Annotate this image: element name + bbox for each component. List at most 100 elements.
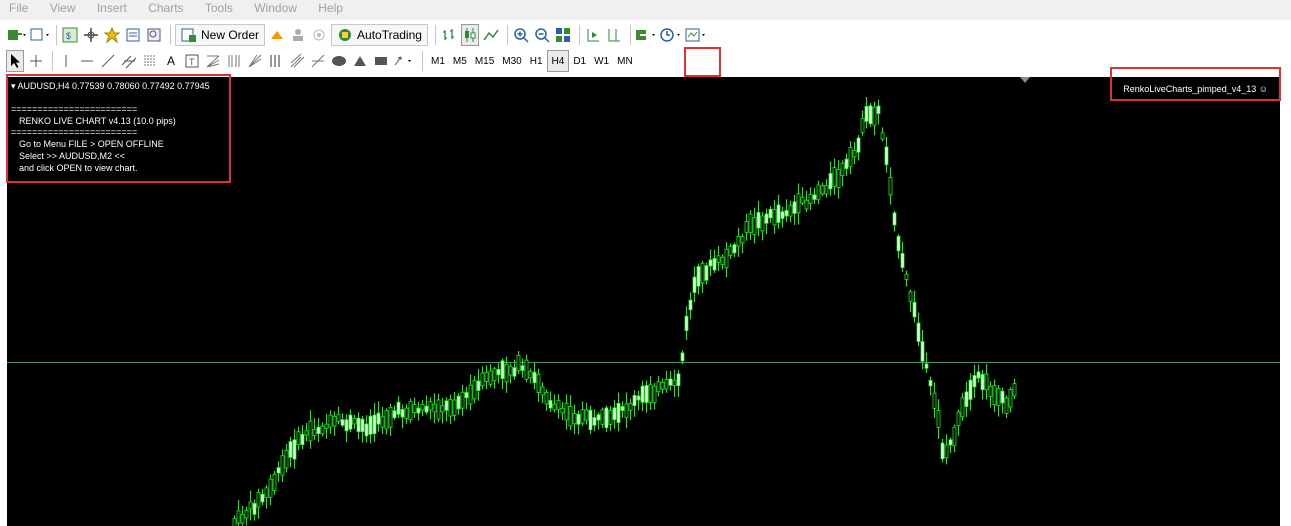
timeframe-d1[interactable]: D1 (569, 51, 590, 71)
timeframe-m15[interactable]: M15 (471, 51, 498, 71)
candle-body-92 (600, 409, 605, 425)
chart-shift-icon[interactable] (605, 24, 623, 46)
candle-body-138 (784, 210, 789, 217)
andrews-pitchfork-icon[interactable] (288, 50, 306, 72)
menu-tools[interactable]: Tools (196, 0, 242, 16)
text-label-icon[interactable]: T (183, 50, 201, 72)
candle-body-193 (1004, 397, 1009, 414)
candle-body-121 (716, 255, 721, 263)
candle-body-116 (696, 266, 701, 287)
line-chart-icon[interactable] (482, 24, 500, 46)
menu-file[interactable]: File (0, 0, 37, 16)
rectangle-icon[interactable] (372, 50, 390, 72)
strategy-tester-icon[interactable] (145, 24, 163, 46)
zoom-in-icon[interactable] (512, 24, 530, 46)
candle-body-4 (248, 501, 253, 510)
timeframe-mn[interactable]: MN (613, 51, 637, 71)
candle-body-134 (768, 208, 773, 219)
menu-charts[interactable]: Charts (139, 0, 192, 16)
candle-body-37 (380, 416, 385, 428)
gann-grid-icon[interactable] (309, 50, 327, 72)
candle-body-108 (664, 379, 669, 390)
candle-body-101 (636, 395, 641, 401)
market-watch-icon[interactable]: $ (61, 24, 79, 46)
candle-body-35 (372, 414, 377, 435)
profiles-button[interactable] (29, 24, 49, 46)
candle-body-109 (668, 378, 673, 386)
timeframe-m1[interactable]: M1 (427, 51, 449, 71)
candle-body-179 (948, 439, 953, 446)
menu-insert[interactable]: Insert (88, 0, 136, 16)
fibonacci-fan-icon[interactable] (204, 50, 222, 72)
indicators-icon[interactable] (635, 24, 657, 46)
candle-body-174 (928, 379, 933, 387)
crosshair-icon[interactable] (82, 24, 100, 46)
periods-icon[interactable] (660, 24, 682, 46)
highlight-box-indicator (1110, 67, 1281, 101)
horizontal-line-icon[interactable] (78, 50, 96, 72)
navigator-icon[interactable] (103, 24, 121, 46)
candle-body-183 (964, 391, 969, 408)
candle-body-32 (360, 418, 365, 432)
new-order-icon (181, 28, 196, 42)
candle-body-21 (316, 426, 321, 434)
terminal-icon[interactable] (124, 24, 142, 46)
zoom-out-icon[interactable] (533, 24, 551, 46)
candle-body-18 (304, 430, 309, 436)
candle-body-124 (728, 246, 733, 256)
bar-chart-icon[interactable] (440, 24, 458, 46)
vertical-line-icon[interactable] (57, 50, 75, 72)
candle-body-81 (556, 400, 561, 410)
triangle-icon[interactable] (351, 50, 369, 72)
candle-body-118 (704, 265, 709, 281)
menu-help[interactable]: Help (309, 0, 352, 16)
user-icon[interactable] (289, 24, 307, 46)
candle-body-113 (684, 315, 689, 332)
candle-body-130 (752, 217, 757, 235)
new-chart-button[interactable] (6, 24, 26, 46)
candle-body-17 (300, 433, 305, 446)
ellipse-icon[interactable] (330, 50, 348, 72)
candle-body-127 (740, 236, 745, 244)
candle-body-72 (520, 365, 525, 371)
candle-body-7 (260, 493, 265, 503)
timeframe-h4[interactable]: H4 (546, 50, 570, 72)
timeframe-h1[interactable]: H1 (526, 51, 547, 71)
templates-icon[interactable] (685, 24, 707, 46)
text-tool-icon[interactable]: A (162, 50, 180, 72)
candle-body-10 (272, 473, 277, 491)
menu-window[interactable]: Window (245, 0, 306, 16)
candle-body-187 (980, 373, 985, 391)
trendline-icon[interactable] (99, 50, 117, 72)
candlestick-chart-icon[interactable] (460, 24, 479, 46)
candle-body-133 (764, 213, 769, 224)
autotrading-button[interactable]: AutoTrading (331, 24, 428, 46)
gann-fan-icon[interactable] (246, 50, 264, 72)
candle-body-164 (888, 176, 893, 196)
cycle-lines-icon[interactable] (267, 50, 285, 72)
candle-body-162 (880, 132, 885, 140)
signal-icon[interactable] (310, 24, 328, 46)
candle-body-123 (724, 248, 729, 269)
crosshair-tool-icon[interactable] (27, 50, 45, 72)
menu-view[interactable]: View (41, 0, 85, 16)
autoscroll-icon[interactable] (584, 24, 602, 46)
expert-advisors-icon[interactable] (268, 24, 286, 46)
candle-body-1 (236, 510, 241, 524)
candle-body-29 (348, 414, 353, 430)
timeframe-m5[interactable]: M5 (449, 51, 471, 71)
candle-body-40 (392, 410, 397, 419)
candle-body-105 (652, 385, 657, 404)
equidistant-channel-icon[interactable] (120, 50, 138, 72)
timeframe-m30[interactable]: M30 (498, 51, 525, 71)
new-order-button[interactable]: New Order (175, 24, 266, 46)
tile-windows-icon[interactable] (554, 24, 572, 46)
fibonacci-retracement-icon[interactable] (141, 50, 159, 72)
fibonacci-time-zones-icon[interactable] (225, 50, 243, 72)
candle-body-74 (528, 371, 533, 379)
candle-body-150 (832, 167, 837, 187)
arrows-icon[interactable] (393, 50, 415, 72)
cursor-icon[interactable] (6, 50, 24, 72)
candle-body-33 (364, 423, 369, 437)
timeframe-w1[interactable]: W1 (590, 51, 613, 71)
